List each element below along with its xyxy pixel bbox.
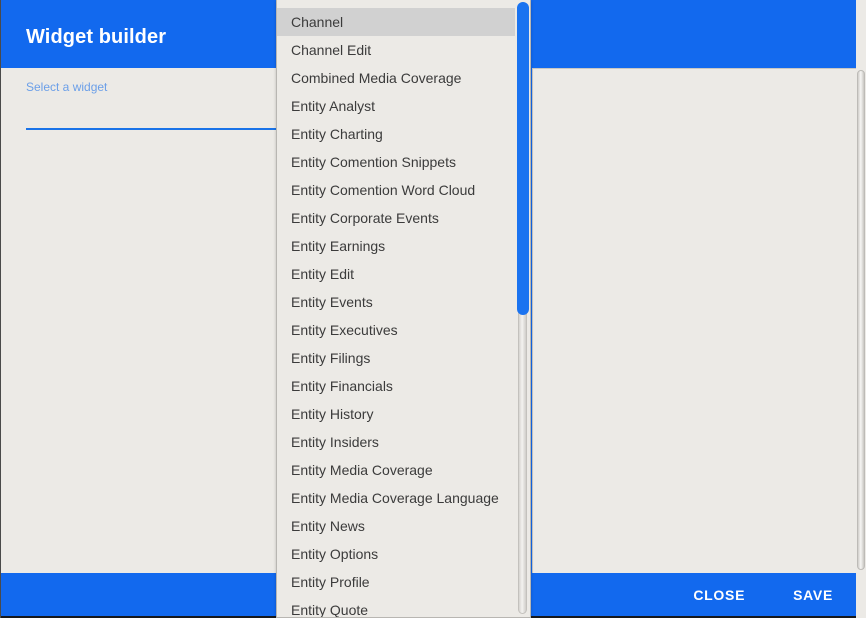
dropdown-item[interactable]: Entity Quote [277,596,516,617]
widget-preview-pane [532,68,856,573]
widget-select-field[interactable]: Select a widget [26,74,276,130]
dropdown-item[interactable]: Entity Profile [277,568,516,596]
dropdown-item[interactable]: Entity Comention Word Cloud [277,176,516,204]
dropdown-item[interactable]: Entity Filings [277,344,516,372]
dropdown-item[interactable]: Entity Events [277,288,516,316]
dropdown-item[interactable]: Entity Insiders [277,428,516,456]
dropdown-item[interactable]: Entity Financials [277,372,516,400]
dropdown-item[interactable]: Entity Edit [277,260,516,288]
dropdown-item[interactable]: Entity Analyst [277,92,516,120]
widget-dropdown-list[interactable]: Channel Channel Edit Combined Media Covera… [277,8,516,617]
dropdown-item[interactable]: Entity Earnings [277,232,516,260]
widget-select-underline [26,128,276,130]
dropdown-scrollbar[interactable] [515,0,530,616]
dropdown-item[interactable]: Entity Media Coverage Language [277,484,516,512]
page-scrollbar-thumb[interactable] [857,70,865,570]
dropdown-item[interactable]: Entity Options [277,540,516,568]
dropdown-item[interactable]: Entity Media Coverage [277,456,516,484]
widget-dropdown-menu[interactable]: Channel Channel Edit Combined Media Covera… [276,0,531,618]
dropdown-item[interactable]: Channel Edit [277,36,516,64]
page-scrollbar[interactable] [856,0,866,618]
dropdown-item[interactable]: Channel [277,8,516,36]
dropdown-scrollbar-thumb[interactable] [517,2,529,315]
dropdown-item[interactable]: Entity Charting [277,120,516,148]
dropdown-item[interactable]: Entity History [277,400,516,428]
dropdown-item[interactable]: Entity News [277,512,516,540]
widget-selection-pane: Select a widget [1,68,278,573]
app-root: Widget builder Select a widget CLOSE SAV… [0,0,866,618]
dialog-title: Widget builder [26,26,167,48]
save-button[interactable]: SAVE [783,581,843,609]
dropdown-item[interactable]: Entity Comention Snippets [277,148,516,176]
dropdown-item[interactable]: Combined Media Coverage [277,64,516,92]
dropdown-item[interactable]: Entity Corporate Events [277,204,516,232]
footer-actions: CLOSE SAVE [683,573,843,616]
dropdown-item[interactable]: Entity Executives [277,316,516,344]
close-button[interactable]: CLOSE [683,581,755,609]
widget-select-label: Select a widget [26,80,108,94]
